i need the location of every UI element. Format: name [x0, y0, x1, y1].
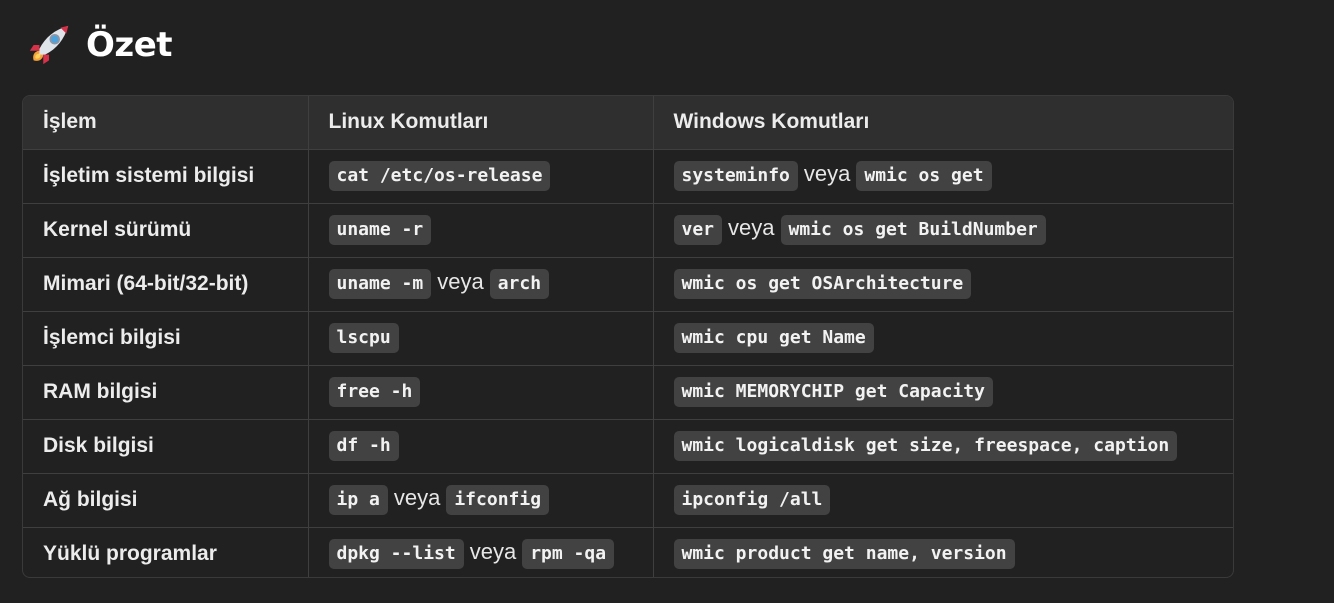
- or-separator: veya: [728, 215, 775, 240]
- windows-commands-cell: ver veya wmic os get BuildNumber: [652, 203, 1233, 258]
- windows-commands-cell: wmic cpu get Name: [652, 311, 1233, 366]
- table-row: İşletim sistemi bilgisi cat /etc/os-relea…: [23, 149, 1233, 204]
- table-row: Disk bilgisi df -h wmic logicaldisk get si…: [23, 419, 1233, 474]
- linux-commands-cell: free -h: [307, 365, 653, 420]
- linux-command-code: ip a: [328, 485, 388, 515]
- linux-command-code: uname -m: [328, 269, 432, 299]
- row-operation-label: Mimari (64-bit/32-bit): [23, 257, 308, 312]
- windows-command-code: wmic product get name, version: [673, 539, 1015, 570]
- row-operation-label: Disk bilgisi: [23, 419, 308, 474]
- column-header-operation: İşlem: [23, 96, 308, 150]
- summary-table: İşlem Linux Komutları Windows Komutları …: [22, 95, 1234, 578]
- linux-command-code: dpkg --list: [328, 539, 464, 570]
- windows-command-code: ipconfig /all: [673, 485, 831, 515]
- linux-command-code: df -h: [328, 431, 399, 461]
- column-header-linux: Linux Komutları: [307, 96, 653, 150]
- rocket-icon: [29, 25, 69, 65]
- windows-command-code: wmic MEMORYCHIP get Capacity: [673, 377, 993, 407]
- row-operation-label: Yüklü programlar: [43, 542, 217, 566]
- linux-command-code: ifconfig: [446, 485, 550, 515]
- linux-command-code: cat /etc/os-release: [328, 161, 551, 191]
- windows-command-code: wmic logicaldisk get size, freespace, ca…: [673, 431, 1178, 461]
- windows-command-code: wmic os get BuildNumber: [780, 215, 1046, 245]
- or-separator: veya: [469, 539, 517, 565]
- windows-command-code: wmic cpu get Name: [673, 323, 874, 353]
- windows-command-code: systeminfo: [673, 161, 798, 191]
- linux-command-code: free -h: [328, 377, 421, 407]
- table-row: Kernel sürümü uname -r ver veya wmic os get …: [23, 203, 1233, 258]
- or-separator: veya: [393, 485, 441, 510]
- windows-commands-cell: wmic MEMORYCHIP get Capacity: [652, 365, 1233, 420]
- windows-commands-cell: systeminfo veya wmic os get: [652, 149, 1233, 204]
- page-title: Özet: [86, 25, 173, 65]
- linux-command-code: uname -r: [328, 215, 432, 245]
- linux-commands-cell: lscpu: [307, 311, 653, 366]
- row-operation-label: Ağ bilgisi: [23, 473, 308, 528]
- linux-commands-cell: df -h: [307, 419, 653, 474]
- row-operation-label: İşlemci bilgisi: [23, 311, 308, 366]
- windows-command-code: wmic os get OSArchitecture: [673, 269, 972, 299]
- linux-commands-cell: uname -m veya arch: [307, 257, 653, 312]
- windows-command-code: ver: [673, 215, 723, 245]
- row-operation-label: RAM bilgisi: [23, 365, 308, 420]
- table-row: RAM bilgisi free -h wmic MEMORYCHIP get Ca…: [23, 365, 1233, 420]
- windows-commands-cell: wmic product get name, version: [652, 527, 1233, 577]
- table-row: Ağ bilgisi ip a veya ifconfig ipconfig /all: [23, 473, 1233, 528]
- linux-commands-cell: uname -r: [307, 203, 653, 258]
- windows-command-code: wmic os get: [856, 161, 992, 191]
- linux-command-code: arch: [489, 269, 550, 299]
- linux-command-code: lscpu: [328, 323, 399, 353]
- linux-commands-cell: ip a veya ifconfig: [307, 473, 653, 528]
- table-row: Mimari (64-bit/32-bit) uname -m veya arch wm…: [23, 257, 1233, 312]
- column-header-windows: Windows Komutları: [652, 96, 1233, 150]
- table-row: İşlemci bilgisi lscpu wmic cpu get Name: [23, 311, 1233, 366]
- row-operation-label: Kernel sürümü: [23, 203, 308, 258]
- linux-commands-cell: dpkg --list veya rpm -qa: [307, 527, 653, 577]
- or-separator: veya: [803, 161, 851, 186]
- or-separator: veya: [437, 269, 484, 294]
- windows-commands-cell: wmic logicaldisk get size, freespace, ca…: [652, 419, 1233, 474]
- windows-commands-cell: ipconfig /all: [652, 473, 1233, 528]
- page-heading: Özet: [26, 20, 173, 70]
- linux-command-code: rpm -qa: [522, 539, 615, 570]
- row-operation-label: İşletim sistemi bilgisi: [23, 149, 308, 204]
- table-header-row: İşlem Linux Komutları Windows Komutları: [23, 96, 1233, 150]
- windows-commands-cell: wmic os get OSArchitecture: [652, 257, 1233, 312]
- table-row: Yüklü programlar dpkg --list veya rpm -qa wm…: [23, 527, 1233, 577]
- linux-commands-cell: cat /etc/os-release: [307, 149, 653, 204]
